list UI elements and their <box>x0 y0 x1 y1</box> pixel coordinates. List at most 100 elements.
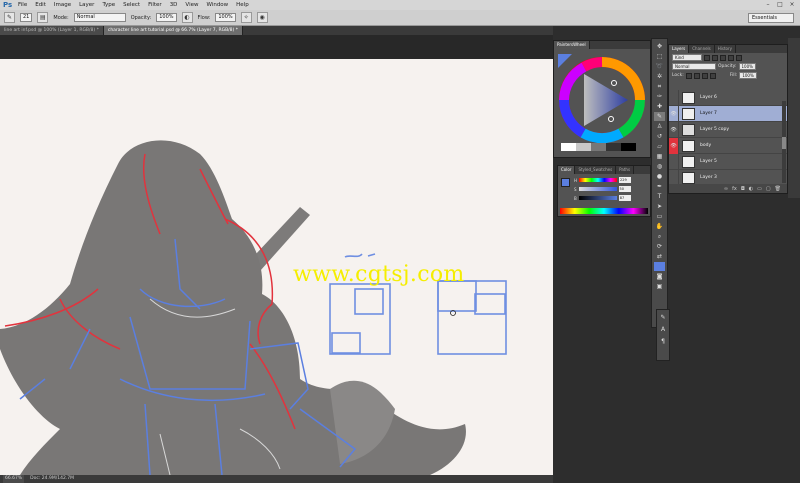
color-ramp[interactable] <box>560 208 648 214</box>
foreground-color-icon[interactable] <box>654 262 665 271</box>
blend-mode-select[interactable]: Normal <box>672 63 716 70</box>
marquee-tool-icon[interactable]: ⬚ <box>654 52 665 61</box>
opacity-input[interactable]: 100% <box>156 13 177 22</box>
saturation-value[interactable]: 50 <box>618 186 631 192</box>
doc-tab-2[interactable]: character line art tutorial.psd @ 66.7% … <box>103 26 243 35</box>
menu-edit[interactable]: Edit <box>31 0 50 10</box>
menu-help[interactable]: Help <box>232 0 253 10</box>
healing-tool-icon[interactable]: ✚ <box>654 102 665 111</box>
delete-layer-icon[interactable]: 🗑 <box>775 186 781 192</box>
zoom-tool-icon[interactable]: ⌕ <box>654 232 665 241</box>
hand-tool-icon[interactable]: ✋ <box>654 222 665 231</box>
doc-tab-1[interactable]: line art inf.psd @ 100% (Layer 1, RGB/8)… <box>0 26 104 35</box>
swatch-white[interactable] <box>561 143 576 151</box>
layer-opacity-input[interactable]: 100% <box>738 63 756 70</box>
lock-all-icon[interactable] <box>709 72 716 79</box>
hue-value[interactable]: 229 <box>619 177 632 183</box>
hue-slider[interactable] <box>579 178 618 182</box>
swatch-darkgray[interactable] <box>606 143 621 151</box>
layer-row[interactable]: 👁 body <box>669 137 787 154</box>
brush-panel-toggle-icon[interactable]: ▤ <box>37 12 49 23</box>
canvas-area[interactable]: www.cgtsj.com <box>0 35 553 475</box>
brush-presets-icon[interactable]: ✎ <box>658 313 669 322</box>
eye-icon[interactable]: 👁 <box>669 105 679 122</box>
zoom-level[interactable]: 66.67% <box>3 475 25 483</box>
airbrush-icon[interactable]: ✧ <box>240 12 252 23</box>
eraser-tool-icon[interactable]: ▱ <box>654 142 665 151</box>
brightness-value[interactable]: 87 <box>618 195 631 201</box>
history-brush-tool-icon[interactable]: ↺ <box>654 132 665 141</box>
menu-type[interactable]: Type <box>98 0 119 10</box>
lock-transparent-icon[interactable] <box>685 72 692 79</box>
menu-window[interactable]: Window <box>202 0 232 10</box>
shape-tool-icon[interactable]: ▭ <box>654 212 665 221</box>
eye-icon[interactable] <box>669 153 679 170</box>
layer-row[interactable]: Layer 6 <box>669 89 787 106</box>
menu-select[interactable]: Select <box>119 0 144 10</box>
tab-color[interactable]: Color <box>558 166 576 174</box>
tab-styled-swatches[interactable]: Styled_Swatches <box>575 166 617 174</box>
filter-shape-icon[interactable] <box>728 54 734 61</box>
brightness-slider[interactable] <box>578 196 617 200</box>
menu-filter[interactable]: Filter <box>144 0 166 10</box>
dodge-tool-icon[interactable]: ● <box>654 172 665 181</box>
add-mask-icon[interactable]: ◘ <box>741 186 745 192</box>
brush-icon[interactable]: ✎ <box>4 12 15 23</box>
flow-input[interactable]: 100% <box>215 13 236 22</box>
eye-icon[interactable]: 👁 <box>669 121 679 138</box>
color-wheel[interactable] <box>554 50 650 150</box>
link-layers-icon[interactable]: ∞ <box>724 186 728 192</box>
type-tool-icon[interactable]: T <box>654 192 665 201</box>
new-group-icon[interactable]: ▭ <box>757 186 762 192</box>
eye-icon[interactable]: 👁 <box>669 137 679 154</box>
filter-smart-icon[interactable] <box>736 54 742 61</box>
menu-layer[interactable]: Layer <box>75 0 98 10</box>
layer-row[interactable]: Layer 5 <box>669 153 787 170</box>
pressure-size-icon[interactable]: ◉ <box>256 12 268 23</box>
filter-adjustment-icon[interactable] <box>712 54 718 61</box>
saturation-slider[interactable] <box>578 187 617 191</box>
filter-type-icon[interactable] <box>720 54 726 61</box>
tab-paths[interactable]: Paths <box>616 166 635 174</box>
crop-tool-icon[interactable]: ⌗ <box>654 82 665 91</box>
lasso-tool-icon[interactable]: ➰ <box>654 62 665 71</box>
menu-3d[interactable]: 3D <box>166 0 182 10</box>
canvas-artwork[interactable] <box>0 59 553 475</box>
menu-view[interactable]: View <box>181 0 202 10</box>
rotate-view-tool-icon[interactable]: ⟳ <box>654 242 665 251</box>
layers-scroll-thumb[interactable] <box>782 137 786 149</box>
mode-select[interactable]: Normal <box>73 13 126 22</box>
maximize-button[interactable]: □ <box>774 0 786 9</box>
brush-size-picker[interactable]: 21 <box>20 13 33 22</box>
fill-input[interactable]: 100% <box>739 72 757 79</box>
filter-kind-select[interactable]: Kind <box>672 54 702 61</box>
lock-position-icon[interactable] <box>701 72 708 79</box>
eye-icon[interactable] <box>669 89 679 106</box>
pressure-opacity-icon[interactable]: ◐ <box>181 12 193 23</box>
path-select-tool-icon[interactable]: ➤ <box>654 202 665 211</box>
menu-file[interactable]: File <box>14 0 31 10</box>
eyedropper-tool-icon[interactable]: ✑ <box>654 92 665 101</box>
tab-channels[interactable]: Channels <box>689 45 715 53</box>
move-tool-icon[interactable]: ✥ <box>654 42 665 51</box>
new-layer-icon[interactable]: ▢ <box>766 186 771 192</box>
screen-mode-icon[interactable]: ▣ <box>654 282 665 291</box>
swatch-black[interactable] <box>621 143 636 151</box>
color-swap-icon[interactable]: ⇄ <box>654 252 665 261</box>
quick-select-tool-icon[interactable]: ✲ <box>654 72 665 81</box>
gradient-tool-icon[interactable]: ▦ <box>654 152 665 161</box>
quick-mask-icon[interactable]: ◙ <box>654 272 665 281</box>
tab-history[interactable]: History <box>715 45 736 53</box>
brush-tool-icon[interactable]: ✎ <box>654 112 665 121</box>
close-button[interactable]: × <box>786 0 798 9</box>
layer-row[interactable]: 👁 Layer 5 copy <box>669 121 787 138</box>
minimize-button[interactable]: – <box>762 0 774 9</box>
layer-row-selected[interactable]: 👁 Layer 7 <box>669 105 787 122</box>
adjustment-layer-icon[interactable]: ◐ <box>749 186 753 192</box>
foreground-color-swatch[interactable] <box>561 178 570 187</box>
pen-tool-icon[interactable]: ✒ <box>654 182 665 191</box>
blur-tool-icon[interactable]: ◍ <box>654 162 665 171</box>
filter-pixel-icon[interactable] <box>704 54 710 61</box>
swatch-lightgray[interactable] <box>576 143 591 151</box>
painters-wheel-tab[interactable]: PaintersWheel <box>554 41 590 49</box>
